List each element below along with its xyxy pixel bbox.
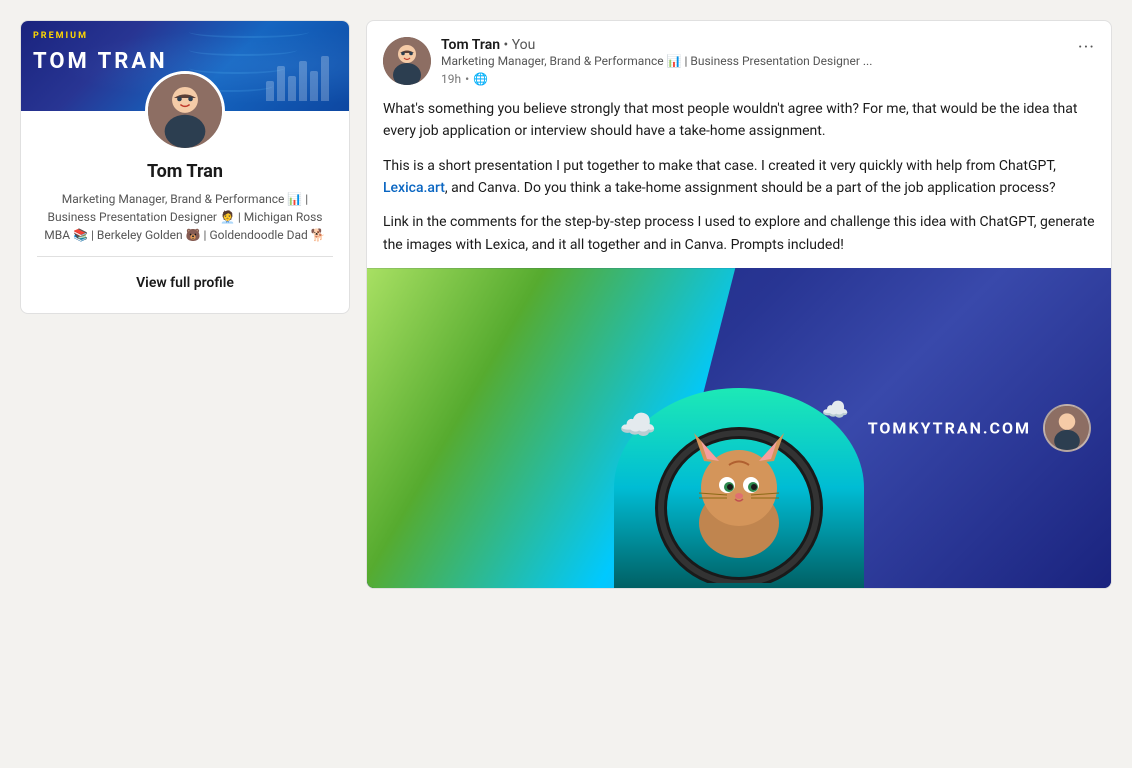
globe-icon: 🌐 [473, 72, 488, 86]
profile-avatar-wrapper [21, 71, 349, 151]
you-badge: • You [504, 37, 536, 53]
post-author-name: Tom Tran • You [441, 37, 1095, 53]
post-time: 19h [441, 72, 461, 86]
post-more-button[interactable]: ··· [1078, 37, 1095, 58]
post-author-title: Marketing Manager, Brand & Performance 📊… [441, 53, 1095, 70]
post-image-background: TOMKYTRAN.COM ☁️ ☁️ [367, 268, 1111, 588]
profile-bio: Marketing Manager, Brand & Performance 📊… [37, 190, 333, 244]
para2-pre: This is a short presentation I put toget… [383, 158, 1056, 174]
post-image-cat-container: ☁️ ☁️ [599, 388, 879, 588]
profile-info: Tom Tran Marketing Manager, Brand & Perf… [21, 151, 349, 313]
post-image: TOMKYTRAN.COM ☁️ ☁️ [367, 268, 1111, 588]
post-paragraph-2: This is a short presentation I put toget… [383, 155, 1095, 200]
post-user-info: Tom Tran • You Marketing Manager, Brand … [441, 37, 1095, 86]
separator: • [465, 72, 469, 86]
post-image-website-text: TOMKYTRAN.COM [868, 419, 1031, 438]
post-body: What's something you believe strongly th… [367, 98, 1111, 268]
lexica-link[interactable]: Lexica.art [383, 180, 445, 196]
post-paragraph-1: What's something you believe strongly th… [383, 98, 1095, 143]
profile-avatar [145, 71, 225, 151]
para2-post: , and Canva. Do you think a take-home as… [445, 180, 1056, 196]
profile-card: PREMIUM TOM TRAN [20, 20, 350, 314]
view-profile-button[interactable]: View full profile [37, 269, 333, 297]
premium-label: PREMIUM [33, 31, 88, 41]
profile-divider [37, 256, 333, 257]
post-header: Tom Tran • You Marketing Manager, Brand … [367, 21, 1111, 98]
page-wrapper: PREMIUM TOM TRAN [20, 20, 1112, 748]
profile-name: Tom Tran [37, 161, 333, 182]
post-image-small-avatar [1043, 404, 1091, 452]
post-meta: 19h • 🌐 [441, 72, 1095, 86]
post-paragraph-3: Link in the comments for the step-by-ste… [383, 211, 1095, 256]
cat-illustration [649, 413, 829, 583]
post-card: Tom Tran • You Marketing Manager, Brand … [366, 20, 1112, 589]
post-author-avatar [383, 37, 431, 85]
